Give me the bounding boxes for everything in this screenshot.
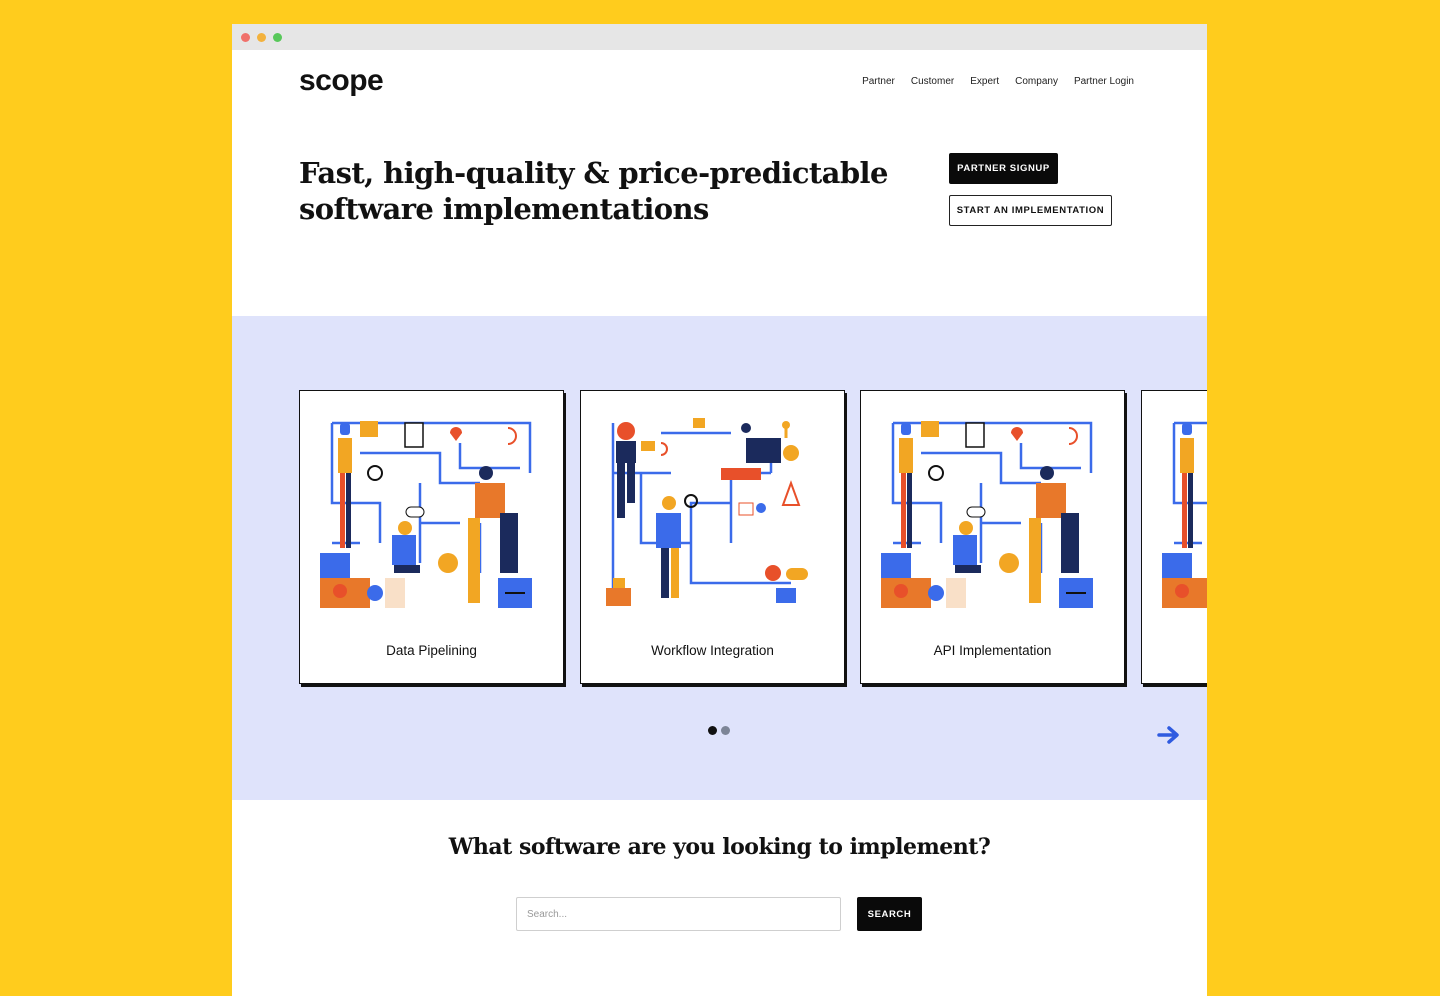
nav-expert[interactable]: Expert [970,76,999,87]
hero-title: Fast, high-quality & price-predictable s… [299,155,899,227]
close-window-icon[interactable] [241,33,250,42]
services-carousel: Data Pipelining Workflow Integration API… [232,316,1207,800]
partner-signup-button[interactable]: PARTNER SIGNUP [949,153,1058,184]
card-label: API Implementation [933,643,1052,658]
browser-window: scope Partner Customer Expert Company Pa… [232,24,1207,996]
carousel-card-workflow-integration[interactable]: Workflow Integration [580,390,845,684]
pagination-dot[interactable] [721,726,730,735]
team-pipes-illustration [1162,421,1207,608]
search-section-title: What software are you looking to impleme… [448,834,991,860]
team-pipes-illustration [881,421,1093,608]
hero-title-line1: Fast, high-quality & price-predictable [299,156,888,190]
team-pipes-illustration [320,421,532,608]
start-implementation-button[interactable]: START AN IMPLEMENTATION [949,195,1112,226]
scope-logo[interactable]: scope [299,64,384,98]
window-titlebar [232,24,1207,50]
pagination-dot-active[interactable] [708,726,717,735]
nav-company[interactable]: Company [1015,76,1058,87]
carousel-card-partial[interactable] [1141,390,1207,684]
minimize-window-icon[interactable] [257,33,266,42]
main-nav: Partner Customer Expert Company Partner … [862,76,1134,87]
site-header: scope Partner Customer Expert Company Pa… [232,50,1207,120]
carousel-card-api-implementation[interactable]: API Implementation [860,390,1125,684]
workflow-illustration [606,418,808,606]
software-search-input[interactable] [516,897,841,931]
search-button[interactable]: SEARCH [857,897,922,931]
arrow-right-icon[interactable] [1156,724,1182,746]
card-label: Workflow Integration [651,643,774,658]
card-label: Data Pipelining [386,643,477,658]
nav-partner-login[interactable]: Partner Login [1074,76,1134,87]
carousel-pagination [708,726,730,735]
maximize-window-icon[interactable] [273,33,282,42]
carousel-card-data-pipelining[interactable]: Data Pipelining [299,390,564,684]
hero-title-line2: software implementations [299,192,709,226]
nav-partner[interactable]: Partner [862,76,895,87]
nav-customer[interactable]: Customer [911,76,954,87]
